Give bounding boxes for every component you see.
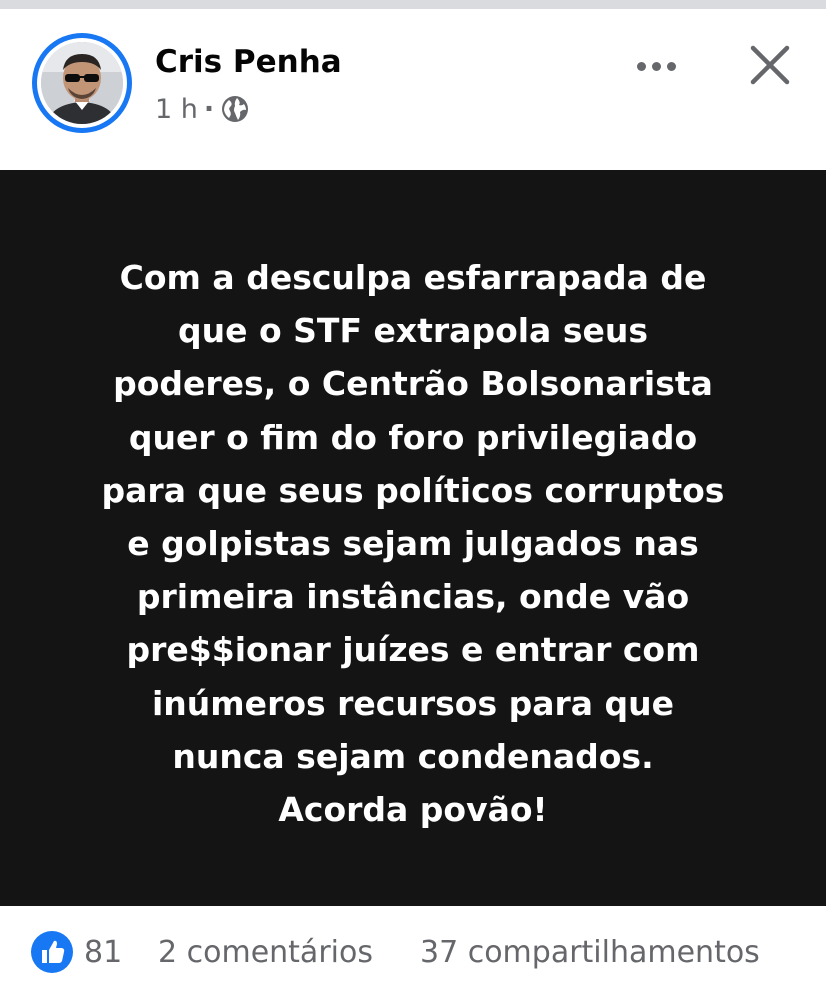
post-time[interactable]: 1 h — [155, 94, 198, 125]
top-strip — [0, 0, 826, 9]
post-text-line: para que seus políticos corruptos — [101, 470, 725, 510]
comments-count[interactable]: 2 comentários — [158, 933, 373, 973]
like-icon[interactable] — [31, 931, 73, 973]
author-name[interactable]: Cris Penha — [155, 44, 342, 80]
post-text-line: que o STF extrapola seus — [178, 311, 648, 351]
post-text-line: poderes, o Centrão Bolsonarista — [113, 364, 713, 404]
close-button[interactable] — [745, 40, 795, 90]
post-text-line: pre$$ionar juízes e entrar com — [126, 630, 700, 670]
post-text-line: quer o fim do foro privilegiado — [128, 417, 698, 457]
post-text-line: inúmeros recursos para que — [152, 683, 674, 723]
post-text-line: Acorda povão! — [278, 790, 548, 830]
avatar[interactable] — [32, 33, 132, 133]
post-text-line: e golpistas sejam julgados nas — [127, 524, 699, 564]
post-text: Com a desculpa esfarrapada de que o STF … — [40, 251, 786, 836]
post-text-line: primeira instâncias, onde vão — [136, 577, 690, 617]
close-icon — [750, 45, 790, 85]
shares-count[interactable]: 37 compartilhamentos — [420, 933, 760, 973]
post-text-line: Com a desculpa esfarrapada de — [119, 258, 707, 297]
more-options-icon — [636, 61, 646, 71]
avatar-photo — [41, 42, 123, 124]
post-meta: 1 h · — [155, 92, 250, 126]
globe-icon — [220, 94, 250, 124]
more-options-button[interactable] — [630, 46, 682, 86]
post-text-line: nunca sejam condenados. — [172, 736, 654, 776]
meta-separator: · — [203, 93, 215, 125]
reaction-count[interactable]: 81 — [84, 933, 122, 973]
